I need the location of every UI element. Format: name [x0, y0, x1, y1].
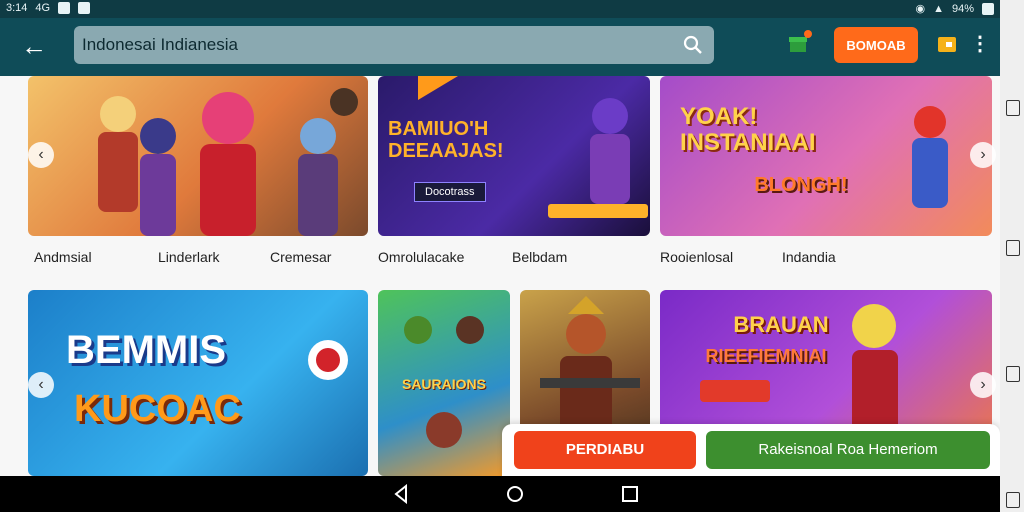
hero-illustration [912, 106, 948, 208]
banner-tile-4[interactable]: BEMMIS KUCOAC [28, 290, 368, 476]
game-caption[interactable]: Linderlark [158, 249, 219, 265]
bottom-action-sheet: PERDIABU Rakeisnoal Roa Hemeriom [502, 424, 1000, 478]
system-side-rail [1000, 0, 1024, 512]
rail-recent-icon[interactable] [1006, 100, 1020, 116]
characters-illustration [98, 88, 358, 236]
nav-recents-icon[interactable] [620, 484, 640, 504]
more-menu-icon[interactable]: ⋮ [970, 34, 990, 58]
battery-level: 94% [951, 2, 974, 15]
game-caption[interactable]: Indandia [782, 249, 836, 265]
banner-tile-5[interactable]: SAURAIONS [378, 290, 510, 476]
game-caption[interactable]: Cremesar [270, 249, 331, 265]
banner-tile-3[interactable]: YOAK! INSTANIAAI BLONGH! [660, 76, 992, 236]
game-caption[interactable]: Belbdam [512, 249, 567, 265]
cell-signal-icon: ▲ [933, 2, 944, 15]
rail-screenshot-icon[interactable] [1006, 492, 1020, 508]
characters-illustration [404, 316, 484, 448]
wifi-icon: ◉ [915, 3, 926, 15]
search-bar[interactable]: Indonesai Indianesia [74, 26, 714, 64]
system-nav-bar [0, 476, 1000, 512]
status-right: ◉ ▲ 94% [915, 2, 994, 15]
search-input[interactable]: Indonesai Indianesia [82, 35, 238, 55]
nav-home-icon[interactable] [505, 484, 525, 504]
game-caption[interactable]: Omrolulacake [378, 249, 464, 265]
rail-rotate-icon[interactable] [1006, 366, 1020, 382]
notification-icon [58, 2, 71, 14]
status-left: 3:14 4G [6, 2, 91, 14]
wallet-icon[interactable] [936, 33, 958, 55]
character-illustration [308, 340, 348, 380]
back-arrow-icon[interactable]: ← [18, 31, 50, 63]
battery-icon [982, 2, 994, 15]
secondary-action-button[interactable]: Rakeisnoal Roa Hemeriom [706, 431, 990, 469]
gift-icon[interactable] [786, 28, 816, 58]
app-bar: ← Indonesai Indianesia BOMOAB ⋮ [0, 18, 1000, 76]
hero-illustration [418, 76, 648, 218]
status-bar: 3:14 4G ◉ ▲ 94% [0, 0, 1000, 18]
status-signal-label: 4G [35, 2, 51, 14]
primary-action-button[interactable]: PERDIABU [514, 431, 696, 469]
game-caption[interactable]: Rooienlosal [660, 249, 733, 265]
download-button[interactable]: BOMOAB [834, 27, 918, 63]
search-icon[interactable] [682, 34, 704, 56]
carousel-next-arrow[interactable]: › [970, 372, 996, 398]
carousel-next-arrow[interactable]: › [970, 142, 996, 168]
app-notification-icon [78, 2, 91, 14]
banner-tile-1[interactable] [28, 76, 368, 236]
carousel-prev-arrow[interactable]: ‹ [28, 372, 54, 398]
game-caption[interactable]: Andmsial [34, 249, 92, 265]
status-time: 3:14 [6, 2, 28, 14]
nav-back-icon[interactable] [392, 484, 412, 504]
rail-headphone-icon[interactable] [1006, 240, 1020, 256]
carousel-prev-arrow[interactable]: ‹ [28, 142, 54, 168]
banner-tile-2[interactable]: BAMIUO'H DEEAAJAS! Docotrass [378, 76, 650, 236]
content-area: BAMIUO'H DEEAAJAS! Docotrass YOAK! INSTA… [0, 76, 1000, 476]
